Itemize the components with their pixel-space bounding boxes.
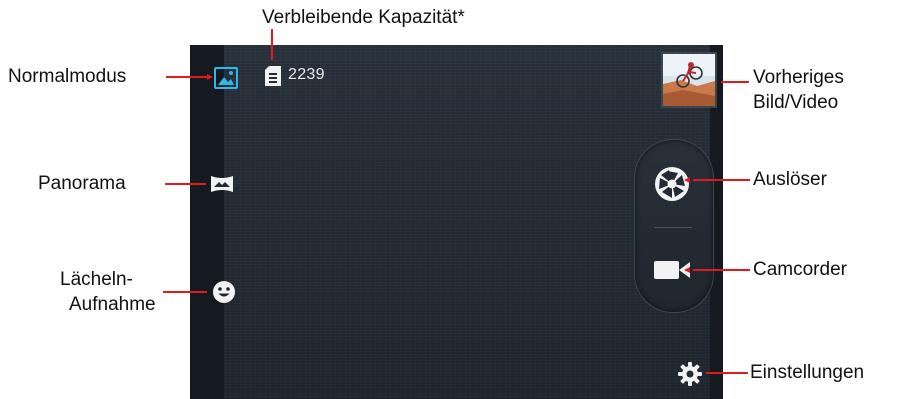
label-settings: Einstellungen	[750, 362, 865, 383]
label-shutter: Auslöser	[753, 169, 827, 190]
callout-lines	[163, 29, 750, 374]
label-previous-line1: Vorheriges	[753, 67, 844, 88]
label-panorama: Panorama	[38, 173, 126, 194]
label-capacity: Verbleibende Kapazität*	[262, 7, 465, 28]
label-camcorder: Camcorder	[753, 259, 847, 280]
label-smile-line1: Lächeln-	[60, 269, 133, 290]
label-smile-line2: Aufnahme	[69, 294, 156, 315]
label-previous-line2: Bild/Video	[753, 92, 839, 113]
label-normal-mode: Normalmodus	[8, 66, 127, 87]
